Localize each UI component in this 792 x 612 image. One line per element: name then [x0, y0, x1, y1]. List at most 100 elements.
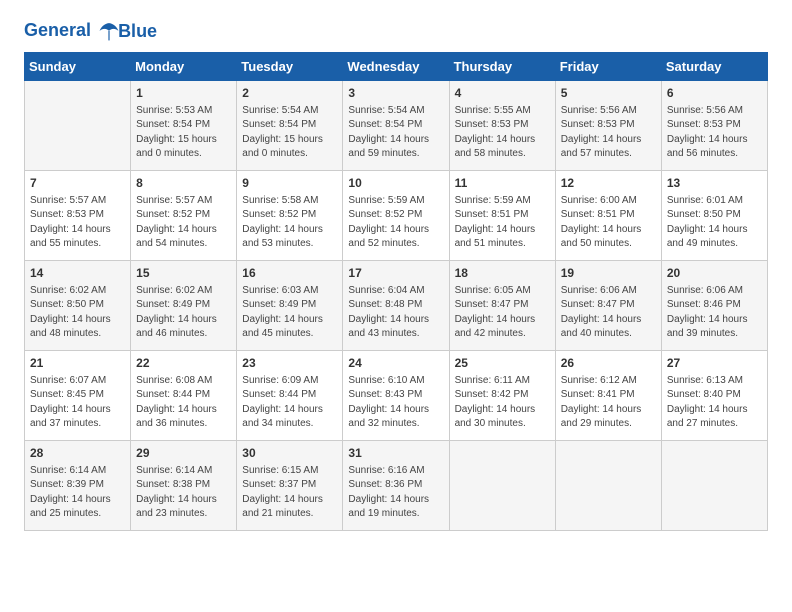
day-info: Sunrise: 5:54 AM Sunset: 8:54 PM Dayligh…: [242, 104, 337, 162]
calendar-week-row: 7 Sunrise: 5:57 AM Sunset: 8:53 PM Daylig…: [25, 171, 768, 261]
day-number: 25: [455, 355, 550, 372]
calendar-cell: 3Sunrise: 5:54 AM Sunset: 8:54 PM Daylig…: [343, 81, 449, 171]
day-info: Sunrise: 6:14 AM Sunset: 8:38 PM Dayligh…: [136, 464, 231, 522]
weekday-header-monday: Monday: [131, 53, 237, 81]
day-info: Sunrise: 6:10 AM Sunset: 8:43 PM Dayligh…: [348, 374, 443, 432]
calendar-cell: 25Sunrise: 6:11 AM Sunset: 8:42 PM Dayli…: [449, 351, 555, 441]
day-number: 31: [348, 445, 443, 462]
day-number: 2: [242, 85, 337, 102]
calendar-header-row: SundayMondayTuesdayWednesdayThursdayFrid…: [25, 53, 768, 81]
calendar-week-row: 1 Sunrise: 5:53 AM Sunset: 8:54 PM Daylig…: [25, 81, 768, 171]
day-number: 8: [136, 175, 231, 192]
page-header: General Blue: [24, 20, 768, 42]
calendar-cell: 30 Sunrise: 6:15 AM Sunset: 8:37 PM Dayli…: [237, 441, 343, 531]
day-number: 10: [348, 175, 443, 192]
day-info: Sunrise: 6:07 AM Sunset: 8:45 PM Dayligh…: [30, 374, 125, 432]
day-info: Sunrise: 5:55 AM Sunset: 8:53 PM Dayligh…: [455, 104, 550, 162]
day-number: 20: [667, 265, 762, 282]
weekday-header-thursday: Thursday: [449, 53, 555, 81]
day-info: Sunrise: 6:09 AM Sunset: 8:44 PM Dayligh…: [242, 374, 337, 432]
day-info: Sunrise: 5:53 AM Sunset: 8:54 PM Dayligh…: [136, 104, 231, 162]
day-info: Sunrise: 6:00 AM Sunset: 8:51 PM Dayligh…: [561, 194, 656, 252]
calendar-cell: 8 Sunrise: 5:57 AM Sunset: 8:52 PM Daylig…: [131, 171, 237, 261]
logo-bird-icon: [98, 20, 120, 42]
calendar-cell: 2 Sunrise: 5:54 AM Sunset: 8:54 PM Daylig…: [237, 81, 343, 171]
calendar-cell: 28 Sunrise: 6:14 AM Sunset: 8:39 PM Dayli…: [25, 441, 131, 531]
weekday-header-saturday: Saturday: [661, 53, 767, 81]
calendar-cell: 26 Sunrise: 6:12 AM Sunset: 8:41 PM Dayli…: [555, 351, 661, 441]
day-info: Sunrise: 6:05 AM Sunset: 8:47 PM Dayligh…: [455, 284, 550, 342]
calendar-cell: 29 Sunrise: 6:14 AM Sunset: 8:38 PM Dayli…: [131, 441, 237, 531]
calendar-cell: 14Sunrise: 6:02 AM Sunset: 8:50 PM Dayli…: [25, 261, 131, 351]
day-info: Sunrise: 5:59 AM Sunset: 8:51 PM Dayligh…: [455, 194, 550, 252]
day-number: 16: [242, 265, 337, 282]
day-info: Sunrise: 5:57 AM Sunset: 8:52 PM Dayligh…: [136, 194, 231, 252]
logo-general: General: [24, 20, 91, 40]
day-info: Sunrise: 5:56 AM Sunset: 8:53 PM Dayligh…: [561, 104, 656, 162]
calendar-cell: [449, 441, 555, 531]
day-number: 21: [30, 355, 125, 372]
calendar-cell: 24 Sunrise: 6:10 AM Sunset: 8:43 PM Dayli…: [343, 351, 449, 441]
day-info: Sunrise: 6:03 AM Sunset: 8:49 PM Dayligh…: [242, 284, 337, 342]
calendar-cell: 22 Sunrise: 6:08 AM Sunset: 8:44 PM Dayli…: [131, 351, 237, 441]
day-number: 29: [136, 445, 231, 462]
calendar-cell: 23Sunrise: 6:09 AM Sunset: 8:44 PM Dayli…: [237, 351, 343, 441]
day-number: 13: [667, 175, 762, 192]
day-number: 22: [136, 355, 231, 372]
calendar-cell: 17 Sunrise: 6:04 AM Sunset: 8:48 PM Dayli…: [343, 261, 449, 351]
day-number: 24: [348, 355, 443, 372]
calendar-cell: [555, 441, 661, 531]
calendar-cell: 9 Sunrise: 5:58 AM Sunset: 8:52 PM Daylig…: [237, 171, 343, 261]
day-info: Sunrise: 6:04 AM Sunset: 8:48 PM Dayligh…: [348, 284, 443, 342]
day-info: Sunrise: 6:02 AM Sunset: 8:50 PM Dayligh…: [30, 284, 125, 342]
day-number: 30: [242, 445, 337, 462]
day-info: Sunrise: 6:01 AM Sunset: 8:50 PM Dayligh…: [667, 194, 762, 252]
weekday-header-sunday: Sunday: [25, 53, 131, 81]
calendar-cell: 20 Sunrise: 6:06 AM Sunset: 8:46 PM Dayli…: [661, 261, 767, 351]
calendar-cell: [25, 81, 131, 171]
day-number: 28: [30, 445, 125, 462]
calendar-cell: 6 Sunrise: 5:56 AM Sunset: 8:53 PM Daylig…: [661, 81, 767, 171]
day-info: Sunrise: 6:16 AM Sunset: 8:36 PM Dayligh…: [348, 464, 443, 522]
day-info: Sunrise: 6:06 AM Sunset: 8:46 PM Dayligh…: [667, 284, 762, 342]
day-number: 17: [348, 265, 443, 282]
calendar-cell: 15Sunrise: 6:02 AM Sunset: 8:49 PM Dayli…: [131, 261, 237, 351]
day-number: 5: [561, 85, 656, 102]
calendar-cell: 12 Sunrise: 6:00 AM Sunset: 8:51 PM Dayli…: [555, 171, 661, 261]
calendar-cell: 4 Sunrise: 5:55 AM Sunset: 8:53 PM Daylig…: [449, 81, 555, 171]
day-number: 19: [561, 265, 656, 282]
weekday-header-friday: Friday: [555, 53, 661, 81]
calendar-table: SundayMondayTuesdayWednesdayThursdayFrid…: [24, 52, 768, 531]
day-info: Sunrise: 6:14 AM Sunset: 8:39 PM Dayligh…: [30, 464, 125, 522]
calendar-cell: 10Sunrise: 5:59 AM Sunset: 8:52 PM Dayli…: [343, 171, 449, 261]
day-info: Sunrise: 5:56 AM Sunset: 8:53 PM Dayligh…: [667, 104, 762, 162]
day-number: 6: [667, 85, 762, 102]
calendar-cell: 1 Sunrise: 5:53 AM Sunset: 8:54 PM Daylig…: [131, 81, 237, 171]
day-info: Sunrise: 6:12 AM Sunset: 8:41 PM Dayligh…: [561, 374, 656, 432]
calendar-cell: 5 Sunrise: 5:56 AM Sunset: 8:53 PM Daylig…: [555, 81, 661, 171]
day-number: 9: [242, 175, 337, 192]
calendar-cell: 16 Sunrise: 6:03 AM Sunset: 8:49 PM Dayli…: [237, 261, 343, 351]
calendar-cell: 19 Sunrise: 6:06 AM Sunset: 8:47 PM Dayli…: [555, 261, 661, 351]
day-number: 18: [455, 265, 550, 282]
day-info: Sunrise: 6:15 AM Sunset: 8:37 PM Dayligh…: [242, 464, 337, 522]
day-info: Sunrise: 5:58 AM Sunset: 8:52 PM Dayligh…: [242, 194, 337, 252]
day-number: 7: [30, 175, 125, 192]
calendar-cell: 11 Sunrise: 5:59 AM Sunset: 8:51 PM Dayli…: [449, 171, 555, 261]
day-number: 12: [561, 175, 656, 192]
day-number: 4: [455, 85, 550, 102]
day-info: Sunrise: 6:08 AM Sunset: 8:44 PM Dayligh…: [136, 374, 231, 432]
day-info: Sunrise: 5:54 AM Sunset: 8:54 PM Dayligh…: [348, 104, 443, 162]
calendar-cell: 27Sunrise: 6:13 AM Sunset: 8:40 PM Dayli…: [661, 351, 767, 441]
day-info: Sunrise: 6:06 AM Sunset: 8:47 PM Dayligh…: [561, 284, 656, 342]
day-number: 26: [561, 355, 656, 372]
calendar-cell: 13 Sunrise: 6:01 AM Sunset: 8:50 PM Dayli…: [661, 171, 767, 261]
day-number: 11: [455, 175, 550, 192]
calendar-cell: 21 Sunrise: 6:07 AM Sunset: 8:45 PM Dayli…: [25, 351, 131, 441]
weekday-header-wednesday: Wednesday: [343, 53, 449, 81]
logo: General Blue: [24, 20, 157, 42]
day-info: Sunrise: 5:57 AM Sunset: 8:53 PM Dayligh…: [30, 194, 125, 252]
calendar-week-row: 21 Sunrise: 6:07 AM Sunset: 8:45 PM Dayli…: [25, 351, 768, 441]
calendar-cell: 7 Sunrise: 5:57 AM Sunset: 8:53 PM Daylig…: [25, 171, 131, 261]
day-number: 1: [136, 85, 231, 102]
